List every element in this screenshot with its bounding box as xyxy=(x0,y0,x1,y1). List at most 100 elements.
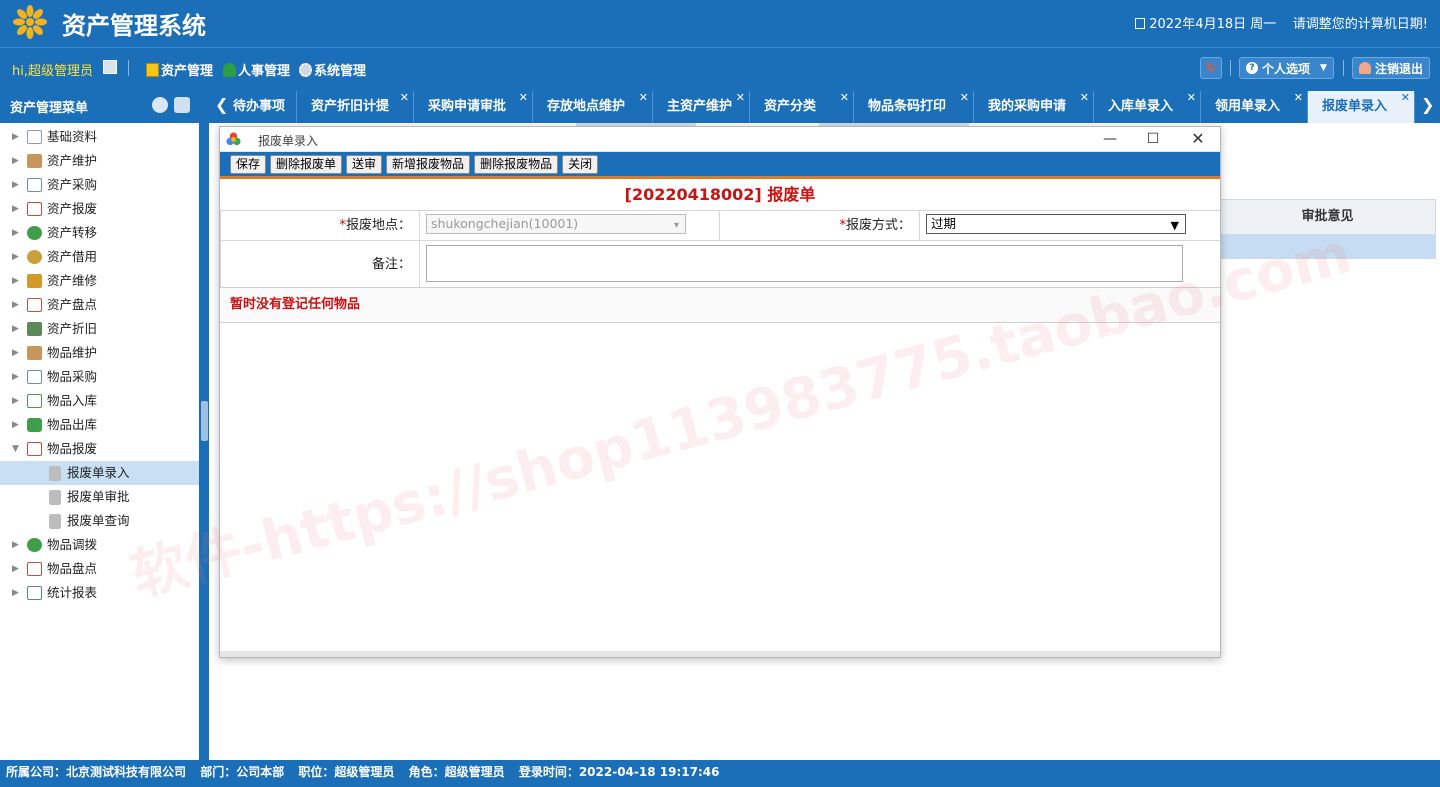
delete-scrap-item-button[interactable]: 删除报废物品 xyxy=(474,155,559,174)
tab-label: 领用单录入 xyxy=(1215,99,1281,114)
location-select[interactable]: shukongchejian(10001) ▾ xyxy=(426,214,686,234)
close-icon[interactable]: ✕ xyxy=(639,82,648,114)
close-icon[interactable]: ✕ xyxy=(1187,129,1209,149)
tab-asset-category[interactable]: 资产分类 ✕ xyxy=(750,91,854,123)
sidebar-title: 资产管理菜单 xyxy=(10,101,89,116)
sidebar-item-goods-inventory[interactable]: ▶ 物品盘点 xyxy=(0,557,199,581)
sidebar-item-goods-scrap[interactable]: ▼ 物品报废 xyxy=(0,437,199,461)
sidebar-item-scrap-query[interactable]: 报废单查询 xyxy=(0,509,199,533)
sidebar-item-goods-allocation[interactable]: ▶ 物品调拨 xyxy=(0,533,199,557)
expand-arrow-icon: ▶ xyxy=(12,132,19,142)
sidebar-item-label: 资产折旧 xyxy=(47,321,98,336)
sidebar-item-scrap-approval[interactable]: 报废单审批 xyxy=(0,485,199,509)
tab-label: 资产分类 xyxy=(764,99,817,114)
method-select[interactable]: 过期 ▼ xyxy=(926,214,1186,234)
tab-label: 物品条码打印 xyxy=(868,99,947,114)
tab-todo[interactable]: 待办事项 xyxy=(231,91,297,123)
tab-label: 报废单录入 xyxy=(1322,99,1388,114)
expand-arrow-icon: ▶ xyxy=(12,396,19,406)
scrap-entry-dialog: 报废单录入 — ☐ ✕ 保存 删除报废单 送审 新增报废物品 删除报废物品 关闭… xyxy=(219,126,1221,658)
minimize-icon[interactable]: — xyxy=(1099,129,1121,149)
message-icon[interactable] xyxy=(103,60,117,74)
tab-depreciation[interactable]: 资产折旧计提 ✕ xyxy=(297,91,414,123)
submit-review-button[interactable]: 送审 xyxy=(346,155,383,174)
close-icon[interactable]: ✕ xyxy=(1080,82,1089,114)
user-icon xyxy=(1359,62,1371,74)
sidebar-item-asset-maintenance[interactable]: ▶ 资产维护 xyxy=(0,149,199,173)
expand-arrow-icon: ▶ xyxy=(12,180,19,190)
sidebar-item-asset-inventory[interactable]: ▶ 资产盘点 xyxy=(0,293,199,317)
calculator-icon xyxy=(27,322,42,336)
save-button[interactable]: 保存 xyxy=(230,155,267,174)
maximize-icon[interactable]: ☐ xyxy=(1142,129,1164,149)
sidebar-item-basic-data[interactable]: ▶ 基础资料 xyxy=(0,125,199,149)
close-icon[interactable]: ✕ xyxy=(400,82,409,114)
document-icon xyxy=(49,466,61,481)
sidebar-item-goods-outbound[interactable]: ▶ 物品出库 xyxy=(0,413,199,437)
tab-location-maintenance[interactable]: 存放地点维护 ✕ xyxy=(533,91,653,123)
tab-label: 采购申请审批 xyxy=(428,99,507,114)
tab-main-asset[interactable]: 主资产维护 ✕ xyxy=(653,91,750,123)
logout-button[interactable]: 注销退出 xyxy=(1352,57,1431,79)
sidebar-item-asset-transfer[interactable]: ▶ 资产转移 xyxy=(0,221,199,245)
splitter-grip[interactable] xyxy=(201,401,208,441)
remark-cell xyxy=(420,241,1189,287)
close-icon[interactable]: ✕ xyxy=(1294,82,1303,114)
collapse-arrow-icon: ▼ xyxy=(12,444,19,454)
sidebar-item-asset-depreciation[interactable]: ▶ 资产折旧 xyxy=(0,317,199,341)
sidebar-item-goods-maintenance[interactable]: ▶ 物品维护 xyxy=(0,341,199,365)
tab-inbound-entry[interactable]: 入库单录入 ✕ xyxy=(1094,91,1201,123)
sidebar-item-scrap-entry[interactable]: 报废单录入 xyxy=(0,461,199,485)
sidebar-item-asset-scrap[interactable]: ▶ 资产报废 xyxy=(0,197,199,221)
table-row[interactable] xyxy=(1220,234,1435,258)
sidebar-item-asset-borrow[interactable]: ▶ 资产借用 xyxy=(0,245,199,269)
form-title: [20220418002] 报废单 xyxy=(624,185,816,204)
menu-asset-management[interactable]: 资产管理 xyxy=(146,60,213,79)
location-label-text: 报废地点： xyxy=(345,218,411,233)
remark-textarea[interactable] xyxy=(426,245,1183,282)
tab-scroll-right-icon[interactable]: ❯ xyxy=(1421,95,1434,114)
tab-scrap-entry[interactable]: 报废单录入 ✕ xyxy=(1308,91,1415,123)
settings-icon[interactable] xyxy=(174,97,190,113)
sidebar-item-label: 物品维护 xyxy=(47,345,98,360)
tab-requisition-entry[interactable]: 领用单录入 ✕ xyxy=(1201,91,1308,123)
expand-arrow-icon: ▶ xyxy=(12,300,19,310)
close-icon[interactable]: ✕ xyxy=(1401,82,1410,114)
sidebar-item-goods-inbound[interactable]: ▶ 物品入库 xyxy=(0,389,199,413)
sidebar-header: 资产管理菜单 xyxy=(0,87,199,123)
toolbar-divider xyxy=(1230,60,1231,76)
sidebar-item-asset-purchase[interactable]: ▶ 资产采购 xyxy=(0,173,199,197)
box-icon xyxy=(27,154,42,168)
sidebar-item-label: 报废单查询 xyxy=(67,513,130,528)
sidebar-item-goods-purchase[interactable]: ▶ 物品采购 xyxy=(0,365,199,389)
close-icon[interactable]: ✕ xyxy=(736,82,745,114)
tab-my-purchase[interactable]: 我的采购申请 ✕ xyxy=(974,91,1094,123)
sidebar-item-reports[interactable]: ▶ 统计报表 xyxy=(0,581,199,605)
collapse-icon[interactable] xyxy=(152,97,168,113)
tab-label: 存放地点维护 xyxy=(547,99,626,114)
refresh-button[interactable]: ↻ xyxy=(1200,57,1222,79)
chevron-down-icon: ▼ xyxy=(1320,63,1327,73)
sidebar-splitter[interactable] xyxy=(200,87,209,760)
close-button[interactable]: 关闭 xyxy=(562,155,599,174)
location-cell: shukongchejian(10001) ▾ xyxy=(420,211,720,240)
sidebar-item-label: 资产借用 xyxy=(47,249,98,264)
sidebar-item-asset-repair[interactable]: ▶ 资产维修 xyxy=(0,269,199,293)
tab-label: 待办事项 xyxy=(233,99,286,114)
close-icon[interactable]: ✕ xyxy=(519,82,528,114)
tab-purchase-approval[interactable]: 采购申请审批 ✕ xyxy=(414,91,533,123)
delete-scrap-button[interactable]: 删除报废单 xyxy=(270,155,343,174)
close-icon[interactable]: ✕ xyxy=(840,82,849,114)
close-icon[interactable]: ✕ xyxy=(960,82,969,114)
menu-hr-management[interactable]: 人事管理 xyxy=(223,60,290,79)
transfer-icon xyxy=(27,538,42,552)
add-scrap-item-button[interactable]: 新增报废物品 xyxy=(386,155,471,174)
tab-scroll-left-icon[interactable]: ❮ xyxy=(215,95,228,114)
personal-options-label: 个人选项 xyxy=(1262,61,1311,76)
close-icon[interactable]: ✕ xyxy=(1187,82,1196,114)
tab-label: 入库单录入 xyxy=(1108,99,1174,114)
menu-system-management[interactable]: 系统管理 xyxy=(299,60,366,79)
personal-options-button[interactable]: ? 个人选项 ▼ xyxy=(1239,57,1334,79)
tab-barcode-print[interactable]: 物品条码打印 ✕ xyxy=(854,91,974,123)
dialog-title: 报废单录入 xyxy=(258,134,319,148)
